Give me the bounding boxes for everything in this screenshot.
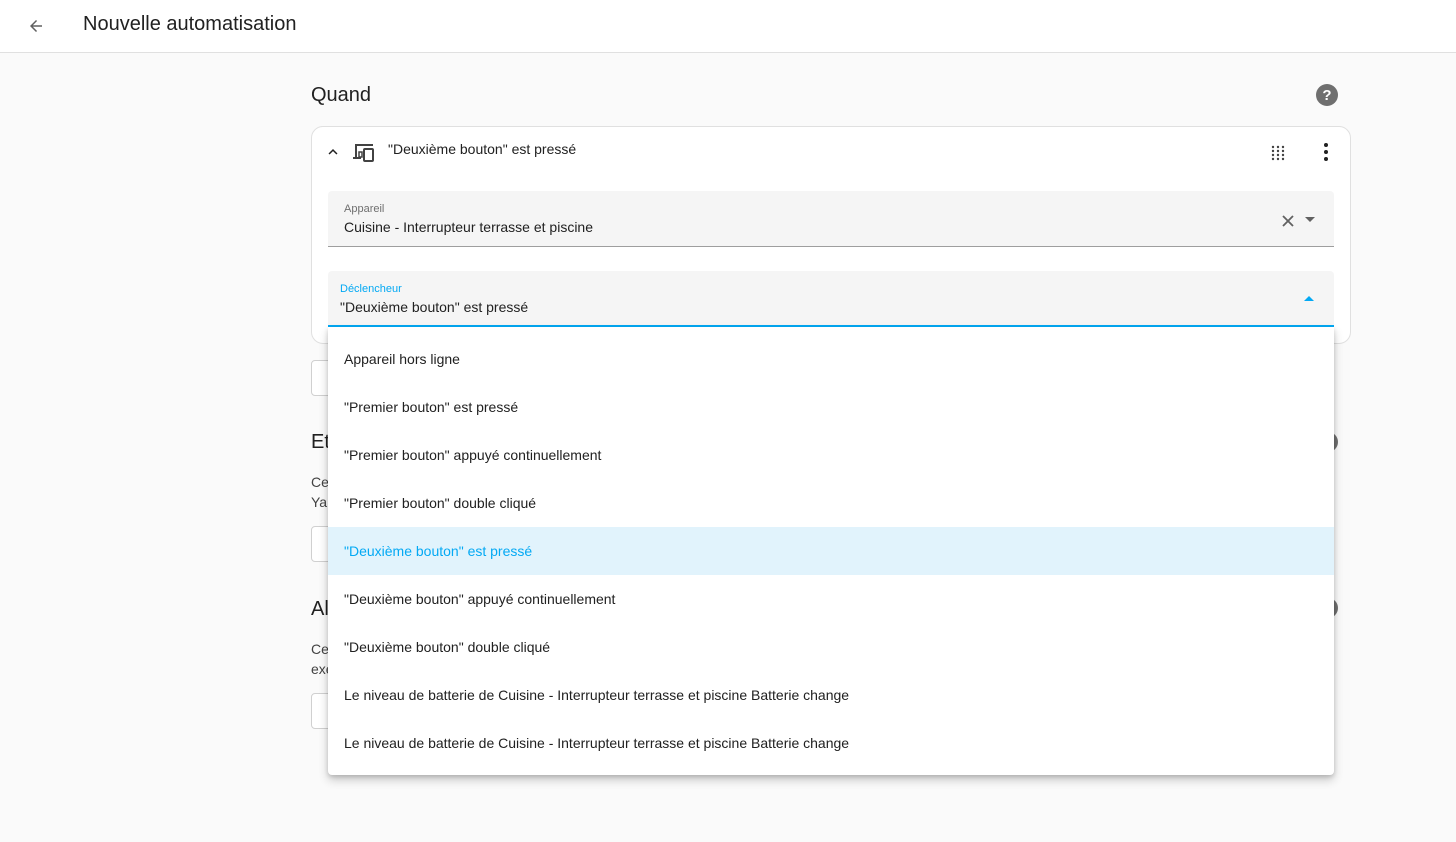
menu-item[interactable]: "Deuxième bouton" appuyé continuellement	[328, 575, 1334, 623]
section-description: Ce	[311, 641, 329, 657]
help-icon[interactable]: ?	[1316, 84, 1338, 106]
menu-item[interactable]: "Premier bouton" double cliqué	[328, 479, 1334, 527]
trigger-select-value: "Deuxième bouton" est pressé	[340, 299, 529, 315]
trigger-select[interactable]: Déclencheur "Deuxième bouton" est pressé	[328, 271, 1334, 327]
trigger-title: "Deuxième bouton" est pressé	[388, 141, 577, 157]
device-select-value: Cuisine - Interrupteur terrasse et pisci…	[344, 219, 593, 235]
devices-icon	[353, 144, 374, 162]
top-app-bar: Nouvelle automatisation	[0, 0, 1456, 53]
trigger-select-label: Déclencheur	[340, 283, 402, 295]
drag-handle-icon[interactable]	[1268, 143, 1288, 163]
page-title: Nouvelle automatisation	[83, 13, 297, 35]
chevron-up-icon[interactable]	[324, 143, 342, 161]
section-title-then: Al	[311, 598, 329, 620]
menu-item[interactable]: Le niveau de batterie de Cuisine - Inter…	[328, 719, 1334, 767]
section-description: Ce	[311, 474, 329, 490]
device-select-label: Appareil	[344, 203, 385, 215]
device-select[interactable]: Appareil Cuisine - Interrupteur terrasse…	[328, 191, 1334, 247]
chevron-up-icon[interactable]	[1304, 296, 1314, 301]
menu-item[interactable]: "Premier bouton" appuyé continuellement	[328, 431, 1334, 479]
trigger-dropdown-menu: Appareil hors ligne "Premier bouton" est…	[328, 327, 1334, 775]
back-button[interactable]	[20, 10, 52, 42]
trigger-card: "Deuxième bouton" est pressé Appareil Cu…	[311, 126, 1351, 344]
section-description: Ya	[311, 494, 328, 510]
menu-item[interactable]: Appareil hors ligne	[328, 335, 1334, 383]
more-vertical-icon[interactable]	[1316, 141, 1336, 163]
close-icon[interactable]	[1280, 213, 1296, 229]
menu-item[interactable]: "Deuxième bouton" double cliqué	[328, 623, 1334, 671]
section-title-when: Quand	[311, 84, 372, 106]
menu-item[interactable]: Le niveau de batterie de Cuisine - Inter…	[328, 671, 1334, 719]
arrow-left-icon	[30, 20, 42, 32]
chevron-down-icon[interactable]	[1305, 217, 1315, 222]
menu-item[interactable]: "Premier bouton" est pressé	[328, 383, 1334, 431]
menu-item-selected[interactable]: "Deuxième bouton" est pressé	[328, 527, 1334, 575]
